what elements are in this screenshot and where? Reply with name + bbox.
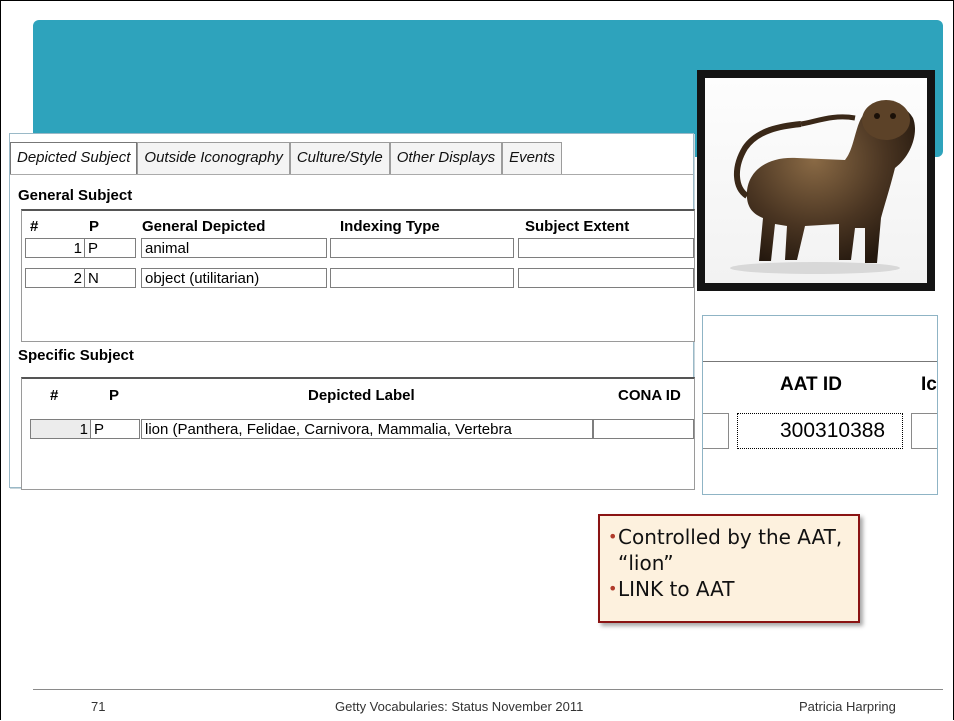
specific-col-num: # bbox=[50, 387, 59, 404]
specific-row-1-p[interactable]: P bbox=[90, 419, 140, 439]
next-field[interactable] bbox=[911, 413, 937, 449]
bullet-icon: • bbox=[608, 579, 618, 598]
general-row-1-subject-extent[interactable] bbox=[518, 238, 694, 258]
tab-events[interactable]: Events bbox=[502, 142, 562, 175]
specific-col-p: P bbox=[109, 387, 120, 404]
specific-row-1-num: 1 bbox=[30, 419, 92, 439]
general-col-subject-extent: Subject Extent bbox=[525, 218, 630, 235]
general-col-p: P bbox=[89, 218, 100, 235]
tab-other-displays[interactable]: Other Displays bbox=[389, 142, 503, 175]
tab-outside-iconography[interactable]: Outside Iconography bbox=[137, 142, 290, 175]
general-row-1-depicted[interactable]: animal bbox=[141, 238, 327, 258]
general-subject-title: General Subject bbox=[18, 187, 133, 204]
specific-col-cona-id: CONA ID bbox=[618, 387, 681, 404]
tab-culture-style[interactable]: Culture/Style bbox=[289, 142, 390, 175]
tab-divider bbox=[10, 174, 693, 175]
aat-id-field[interactable]: 300310388 bbox=[737, 413, 903, 449]
footer-rule bbox=[33, 689, 943, 690]
specific-row-1-depicted-label[interactable]: lion (Panthera, Felidae, Carnivora, Mamm… bbox=[141, 419, 593, 439]
artwork-photo bbox=[697, 70, 935, 291]
previous-field[interactable] bbox=[703, 413, 729, 449]
general-row-2-p[interactable]: N bbox=[84, 268, 136, 288]
specific-col-depicted-label: Depicted Label bbox=[308, 387, 415, 404]
annotation-callout: • Controlled by the AAT, “lion” • LINK to … bbox=[598, 514, 860, 623]
footer-title: Getty Vocabularies: Status November 2011 bbox=[335, 699, 584, 714]
callout-item: • Controlled by the AAT, “lion” bbox=[608, 525, 843, 575]
specific-subject-title: Specific Subject bbox=[18, 347, 134, 364]
tab-depicted-subject[interactable]: Depicted Subject bbox=[10, 142, 138, 175]
aat-id-zoom-inset: AAT ID Ic 300310388 bbox=[702, 315, 938, 495]
tab-bar: Depicted Subject Outside Iconography Cul… bbox=[10, 142, 562, 175]
general-row-1-num: 1 bbox=[25, 238, 86, 258]
general-row-2-num: 2 bbox=[25, 268, 86, 288]
callout-item: • LINK to AAT bbox=[608, 577, 735, 601]
next-column-header: Ic bbox=[921, 374, 937, 395]
inset-divider bbox=[703, 361, 937, 362]
general-row-2-depicted[interactable]: object (utilitarian) bbox=[141, 268, 327, 288]
specific-row-1-cona-id[interactable] bbox=[593, 419, 694, 439]
aquamanile-lion-image bbox=[705, 78, 927, 283]
bullet-icon: • bbox=[608, 527, 618, 546]
general-row-1-p[interactable]: P bbox=[84, 238, 136, 258]
general-col-depicted: General Depicted bbox=[142, 218, 266, 235]
general-col-indexing-type: Indexing Type bbox=[340, 218, 440, 235]
catalog-form-panel: Depicted Subject Outside Iconography Cul… bbox=[9, 133, 695, 490]
general-row-2-indexing-type[interactable] bbox=[330, 268, 514, 288]
footer-page-number: 71 bbox=[91, 699, 106, 714]
general-col-num: # bbox=[30, 218, 39, 235]
general-row-1-indexing-type[interactable] bbox=[330, 238, 514, 258]
general-row-2-subject-extent[interactable] bbox=[518, 268, 694, 288]
aat-id-header: AAT ID bbox=[780, 374, 842, 395]
footer-author: Patricia Harpring bbox=[799, 699, 896, 714]
